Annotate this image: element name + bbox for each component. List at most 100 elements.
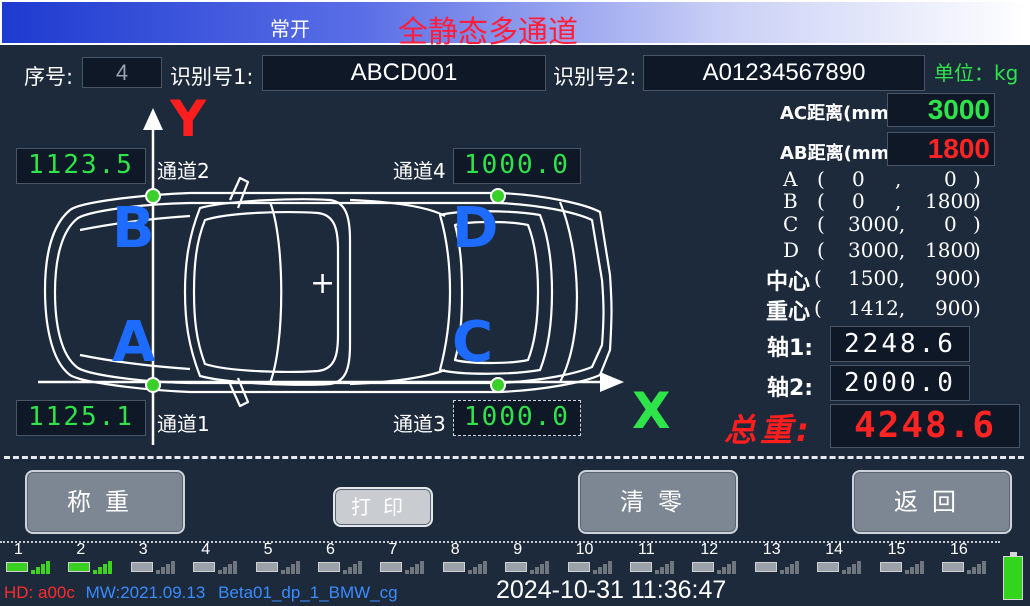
channel1-label: 通道1	[157, 412, 210, 436]
sensor-point-c	[490, 377, 506, 393]
seq-label: 序号:	[24, 65, 74, 89]
channel-battery-icon	[193, 562, 216, 572]
back-button[interactable]: 返回	[852, 470, 1012, 534]
center-y: 900	[935, 266, 974, 290]
coord-b-x: 0	[852, 189, 865, 213]
marker-d: D	[452, 196, 499, 261]
channel-indicator: 8	[441, 541, 491, 575]
signal-strength-icon	[467, 558, 490, 574]
separator-line	[4, 456, 1024, 459]
channel-indicator: 14	[815, 541, 865, 575]
cog-x: 1412,	[848, 296, 906, 320]
channel-number: 6	[326, 541, 335, 558]
datetime: 2024-10-31 11:36:47	[496, 576, 727, 604]
axle2-weight: 2000.0	[830, 365, 970, 401]
marker-c: C	[452, 310, 494, 375]
coord-a-x: 0	[852, 167, 865, 191]
channel-number: 14	[825, 541, 843, 558]
center-label: 中心	[766, 270, 811, 295]
signal-strength-icon	[967, 558, 989, 574]
coord-a-comma: ,	[895, 167, 902, 191]
coord-c-open-paren: (	[817, 212, 825, 236]
ac-distance-field[interactable]: 3000	[887, 93, 995, 127]
sensor-point-a	[145, 377, 161, 393]
channel-battery-icon	[754, 562, 777, 572]
channel-battery-icon	[442, 562, 465, 572]
channel-number: 1	[14, 541, 23, 558]
coord-d-x: 3000,	[848, 238, 906, 262]
axis-y-label: Y	[170, 90, 207, 148]
signal-strength-icon	[530, 558, 552, 574]
coord-d-name: D	[783, 238, 800, 262]
signal-strength-icon	[717, 558, 739, 574]
signal-strength-icon	[655, 558, 677, 574]
coord-a-y: 0	[944, 167, 957, 191]
channel-battery-icon	[318, 562, 340, 572]
channel-number: 12	[700, 541, 719, 558]
channel-battery-icon	[6, 562, 28, 572]
center-mark: +	[310, 266, 336, 301]
ac-distance-label: AC距离(mm)	[780, 103, 898, 124]
status-bar: HD: a00c MW:2021.09.13 Beta01_dp_1_BMW_c…	[4, 583, 398, 603]
channel-number: 10	[575, 541, 594, 558]
channel-bar-divider	[0, 541, 1000, 543]
print-button[interactable]: 打印	[333, 487, 433, 527]
id2-label: 识别号2:	[553, 65, 637, 89]
coord-d-y: 1800	[925, 238, 976, 262]
channel3-weight: 1000.0	[453, 400, 581, 436]
channel-battery-icon	[255, 562, 278, 572]
coord-b-open-paren: (	[817, 189, 825, 213]
ab-distance-field[interactable]: 1800	[887, 132, 995, 166]
id1-label: 识别号1:	[170, 65, 254, 89]
unit-label: 单位：kg	[934, 61, 1019, 85]
channel-number: 5	[263, 541, 273, 558]
channel-battery-icon	[817, 562, 840, 572]
signal-strength-icon	[31, 558, 53, 574]
axis-x-label: X	[632, 382, 671, 440]
axle1-label: 轴1:	[767, 336, 814, 361]
signal-strength-icon	[592, 558, 615, 574]
coord-row-c: C	[783, 212, 798, 236]
channel-number: 9	[513, 541, 523, 558]
channel-battery-icon	[942, 562, 964, 572]
id2-field[interactable]: A01234567890	[643, 55, 925, 91]
id1-field[interactable]: ABCD001	[262, 55, 546, 91]
signal-strength-icon	[779, 558, 802, 574]
coord-c-close-paren: )	[973, 212, 981, 236]
total-weight-field: 4248.6	[830, 404, 1020, 448]
channel-battery-icon	[68, 562, 91, 572]
channel-number: 16	[950, 541, 968, 558]
channel-number: 4	[201, 541, 211, 558]
channel3-label: 通道3	[393, 412, 446, 436]
build-info: Beta01_dp_1_BMW_cg	[218, 583, 398, 602]
channel-indicator: 9	[503, 541, 553, 575]
channel4-label: 通道4	[393, 159, 446, 183]
seq-field[interactable]: 4	[82, 57, 162, 88]
title-bar: 常开 全静态多通道	[0, 0, 1030, 50]
channel-battery-icon	[630, 562, 652, 572]
signal-strength-icon	[155, 558, 178, 574]
channel-number: 2	[76, 541, 86, 558]
channel-indicator: 7	[378, 541, 428, 575]
channel-indicator: 1	[4, 541, 54, 575]
x-axis-arrow	[600, 372, 624, 392]
signal-strength-icon	[218, 558, 240, 574]
channel-indicator: 16	[940, 541, 990, 575]
channel-indicator: 4	[191, 541, 241, 575]
channel-battery-icon	[505, 562, 528, 572]
channel-number: 3	[138, 541, 148, 558]
signal-strength-icon	[904, 558, 927, 574]
coord-row-a: A	[783, 167, 797, 191]
channel4-weight: 1000.0	[453, 148, 581, 184]
coord-b-name: B	[783, 189, 798, 213]
coord-c-y: 0	[944, 212, 957, 236]
signal-strength-icon	[842, 558, 864, 574]
coord-c-name: C	[783, 212, 799, 236]
hd-info: HD: a00c	[4, 583, 75, 602]
zero-button[interactable]: 清零	[578, 470, 738, 534]
weigh-button[interactable]: 称重	[25, 470, 185, 534]
cog-y: 900	[935, 296, 974, 320]
signal-strength-icon	[343, 558, 365, 574]
page-title: 全静态多通道	[398, 15, 578, 50]
coord-a-open-paren: (	[817, 167, 825, 191]
